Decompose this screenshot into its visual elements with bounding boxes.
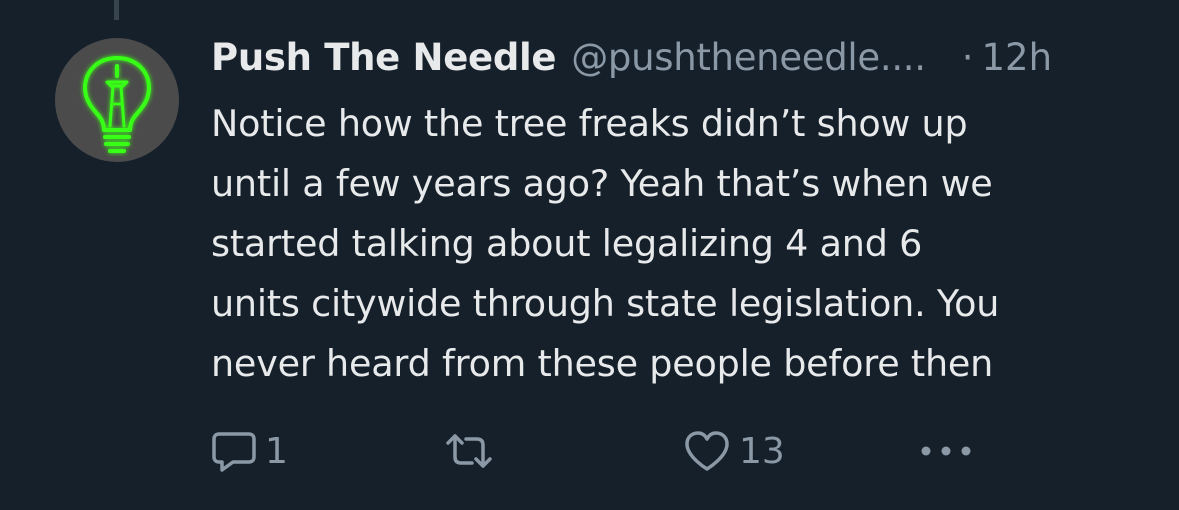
tweet-header: Push The Needle @pushtheneedle.... · 12h	[211, 36, 1151, 90]
tweet-text-line: Notice how the tree freaks didn’t show u…	[211, 102, 968, 145]
reply-icon	[212, 432, 256, 472]
like-button[interactable]: 13	[683, 428, 785, 474]
user-handle[interactable]: @pushtheneedle....	[571, 36, 926, 79]
tweet-text-line: units citywide through state legislation…	[211, 282, 1000, 325]
reply-button[interactable]: 1	[211, 428, 288, 474]
more-options-button[interactable]	[918, 428, 974, 474]
heart-icon	[685, 431, 729, 471]
tweet-actions: 1 13	[211, 428, 1011, 474]
tweet-text-line: never heard from these people before the…	[211, 342, 994, 385]
reply-count: 1	[265, 430, 288, 472]
tweet-text: Notice how the tree freaks didn’t show u…	[211, 94, 1151, 394]
avatar[interactable]	[55, 38, 179, 162]
retweet-icon	[446, 434, 492, 468]
retweet-button[interactable]	[444, 428, 502, 474]
separator-dot: ·	[961, 36, 974, 79]
tweet-text-line: started talking about legalizing 4 and 6	[211, 222, 923, 265]
tweet-text-line: until a few years ago? Yeah that’s when …	[211, 162, 993, 205]
thread-line	[114, 0, 119, 20]
like-count: 13	[739, 430, 785, 472]
tweet-content: Push The Needle @pushtheneedle.... · 12h…	[211, 36, 1151, 394]
display-name[interactable]: Push The Needle	[211, 36, 556, 79]
tweet[interactable]: Push The Needle @pushtheneedle.... · 12h…	[0, 0, 1179, 510]
more-icon	[921, 446, 971, 456]
lightbulb-space-needle-icon	[83, 56, 151, 153]
timestamp[interactable]: 12h	[982, 36, 1053, 79]
